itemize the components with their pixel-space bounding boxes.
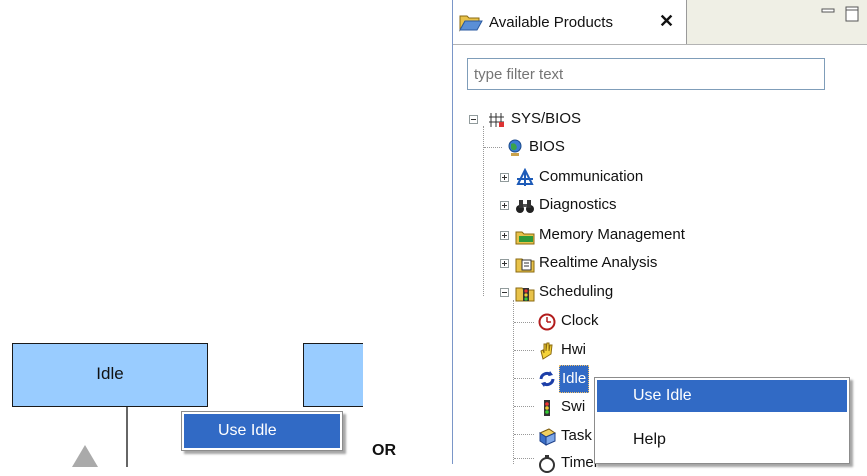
tree-item-label: SYS/BIOS [511,110,582,127]
tree-item-label: Clock [561,312,599,329]
tree-item-label: BIOS [529,138,565,155]
idle-module-block[interactable]: Idle [12,343,208,407]
tree-item-label: Task [561,427,592,444]
view-tab-bar: Available Products ✕ [453,0,867,45]
diagram-context-menu: Use Idle [181,411,343,451]
expand-icon[interactable] [500,201,509,210]
or-label: OR [372,442,396,459]
tree-item-scheduling[interactable]: Scheduling [453,279,793,305]
tree-item-label: Communication [539,168,644,185]
tree-item-label: Scheduling [539,283,614,300]
tree-item-label: Realtime Analysis [539,254,658,271]
tree-item-hwi[interactable]: Hwi [453,337,753,363]
expand-icon[interactable] [500,173,509,182]
collapse-icon[interactable] [469,115,478,124]
clock-icon [538,313,556,331]
globe-icon [508,139,522,156]
maximize-icon[interactable] [845,6,859,22]
use-idle-menu-item[interactable]: Use Idle [597,380,847,412]
filter-input[interactable] [467,58,825,90]
refresh-icon [539,371,555,387]
expand-icon[interactable] [500,231,509,240]
tab-title: Available Products [489,14,613,31]
close-icon[interactable]: ✕ [659,11,674,32]
tree-context-menu: Use Idle Help [594,377,850,464]
book-icon [538,428,557,446]
minimize-icon[interactable] [821,8,835,20]
idle-block-label: Idle [96,364,124,383]
tree-item-label: Diagnostics [539,196,617,213]
scheduling-icon [515,287,535,302]
tree-item-label: Memory Management [539,226,685,243]
tree-item-label: Swi [561,398,586,415]
collapse-icon[interactable] [500,288,509,297]
connector-line [126,407,128,467]
traffic-light-icon [544,400,550,416]
expand-icon[interactable] [500,259,509,268]
tree-item-diagnostics[interactable]: Diagnostics [453,192,773,218]
realtime-analysis-icon [515,258,535,273]
tree-item-realtime-analysis[interactable]: Realtime Analysis [453,250,793,276]
tree-item-label: Idle [559,365,590,393]
binoculars-icon [516,200,534,213]
memory-icon [515,231,535,245]
use-idle-menu-item[interactable]: Use Idle [184,414,340,448]
communication-icon [516,168,534,186]
folder-open-icon [459,15,483,32]
help-menu-item[interactable]: Help [597,424,847,456]
tab-available-products[interactable]: Available Products ✕ [453,0,687,44]
adjacent-module-block[interactable] [303,343,363,407]
tree-item-memory-management[interactable]: Memory Management [453,222,793,248]
tree-item-label: Hwi [561,341,586,358]
tree-item-clock[interactable]: Clock [453,308,753,334]
tree-item-bios[interactable]: BIOS [453,134,753,160]
tree-item-sys-bios[interactable]: SYS/BIOS [453,106,753,132]
timer-icon [539,455,555,473]
tree-item-communication[interactable]: Communication [453,164,773,190]
sys-bios-icon [489,113,504,127]
hand-icon [540,342,553,360]
